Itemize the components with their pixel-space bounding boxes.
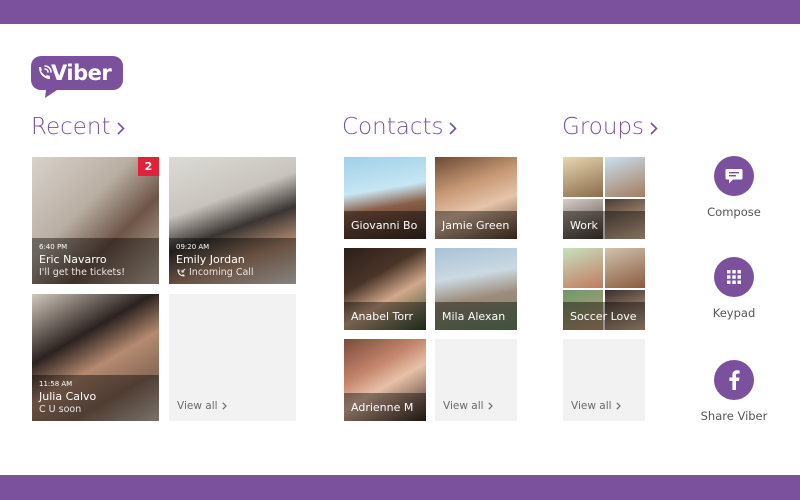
chevron-right-icon (116, 121, 125, 135)
chevron-right-icon (449, 121, 458, 135)
view-all-link: View all (571, 400, 621, 412)
recent-tile-julia-calvo[interactable]: 11:58 AM Julia Calvo C U soon (32, 294, 159, 421)
keypad-button[interactable]: Keypad (694, 257, 774, 320)
recent-heading-label: Recent (31, 114, 111, 140)
top-bar (0, 0, 800, 24)
bottom-bar (0, 475, 800, 500)
view-all-label: View all (177, 400, 218, 412)
last-message: I'll get the tickets! (39, 267, 126, 278)
contact-name: Emily Jordan (176, 253, 245, 266)
view-all-label: View all (571, 400, 612, 412)
group-tile-soccer-love[interactable]: Soccer Love (563, 248, 645, 330)
last-message: C U soon (39, 404, 82, 415)
compose-button[interactable]: Compose (694, 156, 774, 219)
contact-tile-anabel[interactable]: Anabel Torr (344, 248, 426, 330)
call-status-label: Incoming Call (189, 267, 254, 278)
share-viber-label: Share Viber (700, 409, 768, 423)
contact-tile-giovanni[interactable]: Giovanni Bo (344, 157, 426, 239)
group-tile-work[interactable]: Work (563, 157, 645, 239)
member-photo (605, 248, 645, 288)
compose-label: Compose (707, 205, 761, 219)
contact-tile-jamie[interactable]: Jamie Green (435, 157, 517, 239)
share-viber-button[interactable]: Share Viber (694, 360, 774, 423)
chevron-right-icon (615, 402, 621, 410)
contact-name: Eric Navarro (39, 253, 107, 266)
groups-view-all-tile[interactable]: View all (563, 339, 645, 421)
contact-name: Anabel Torr (351, 310, 413, 323)
contacts-view-all-tile[interactable]: View all (435, 339, 517, 421)
recent-heading[interactable]: Recent (31, 114, 125, 140)
keypad-label: Keypad (712, 306, 756, 320)
chevron-right-icon (487, 402, 493, 410)
group-name: Soccer Love (570, 310, 637, 323)
contact-name: Mila Alexan (442, 310, 506, 323)
member-photo (563, 157, 603, 197)
recent-tile-emily-jordan[interactable]: 09:20 AM Emily Jordan Incoming Call (169, 157, 296, 284)
recent-view-all-tile[interactable]: View all (169, 294, 296, 421)
view-all-label: View all (443, 400, 484, 412)
viber-logo: Viber (31, 56, 123, 98)
message-time: 11:58 AM (39, 380, 73, 388)
facebook-icon (714, 360, 754, 400)
call-time: 09:20 AM (176, 243, 210, 251)
contact-tile-adrienne[interactable]: Adrienne M (344, 339, 426, 421)
chevron-right-icon (650, 121, 658, 135)
groups-heading[interactable]: Groups (562, 114, 658, 140)
unread-badge: 2 (138, 157, 159, 176)
view-all-link: View all (177, 400, 227, 412)
message-time: 6:40 PM (39, 243, 68, 251)
viber-home: Viber Recent Contacts Groups 2 6:40 PM E… (0, 0, 800, 500)
contact-name: Jamie Green (442, 219, 510, 232)
call-status: Incoming Call (176, 267, 254, 278)
phone-incoming-icon (177, 268, 186, 276)
keypad-icon (714, 257, 754, 297)
groups-heading-label: Groups (562, 114, 645, 140)
group-name: Work (570, 219, 598, 232)
chevron-right-icon (221, 402, 227, 410)
member-photo (563, 248, 603, 288)
contacts-heading[interactable]: Contacts (342, 114, 458, 140)
recent-tile-eric-navarro[interactable]: 2 6:40 PM Eric Navarro I'll get the tick… (32, 157, 159, 284)
contact-tile-mila[interactable]: Mila Alexan (435, 248, 517, 330)
contact-name: Adrienne M (351, 401, 414, 414)
compose-icon (714, 156, 754, 196)
contact-name: Julia Calvo (39, 390, 97, 403)
member-photo (605, 157, 645, 197)
logo-text: Viber (51, 61, 112, 85)
contacts-heading-label: Contacts (342, 114, 444, 140)
contact-name: Giovanni Bo (351, 219, 418, 232)
view-all-link: View all (443, 400, 493, 412)
